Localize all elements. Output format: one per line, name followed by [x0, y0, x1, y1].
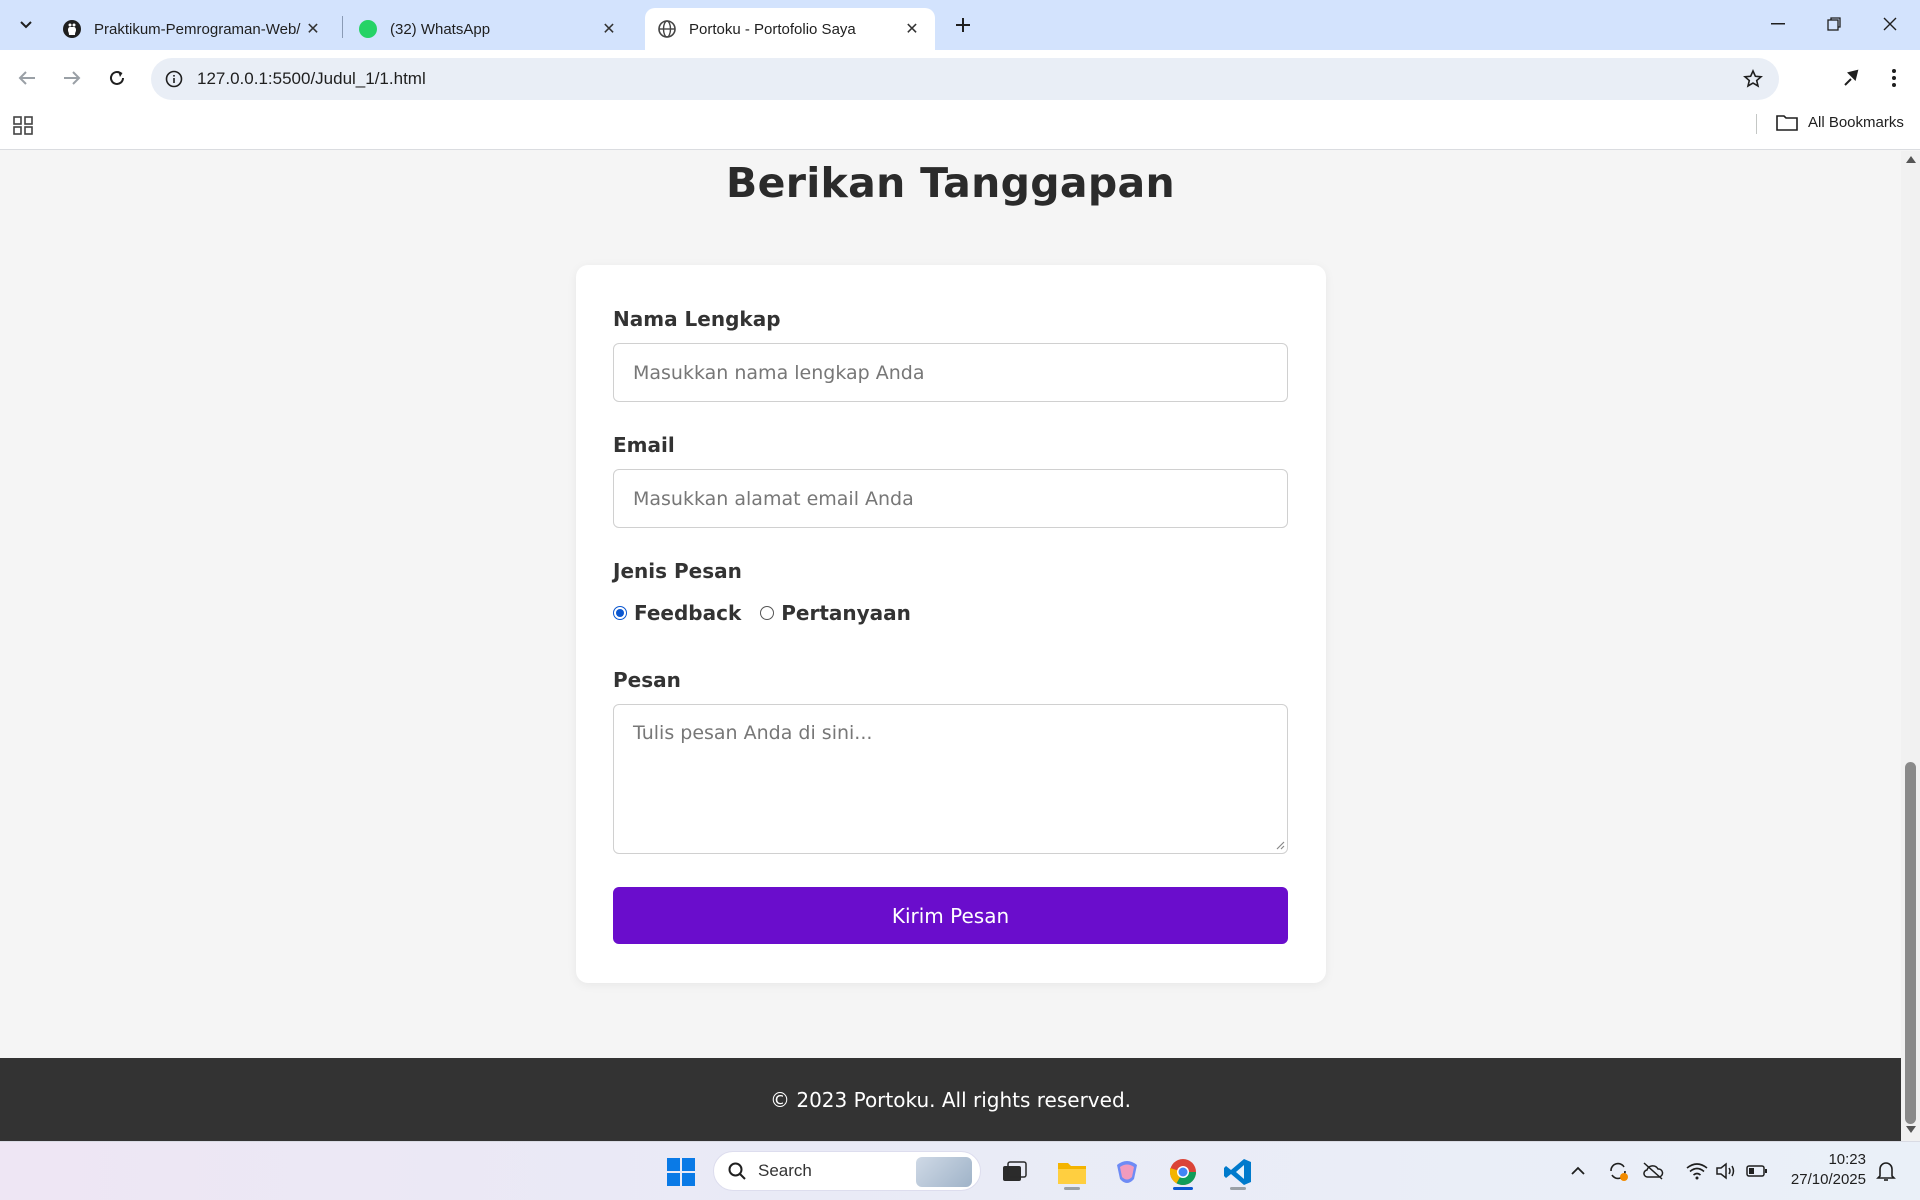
message-label: Pesan: [613, 668, 681, 692]
page-viewport: Berikan Tanggapan Nama Lengkap Email Jen…: [0, 151, 1901, 1141]
start-button[interactable]: [661, 1152, 701, 1192]
chevron-down-icon: [20, 21, 32, 29]
message-textarea[interactable]: [613, 704, 1288, 854]
copilot-icon: [1117, 1161, 1137, 1183]
close-window-button[interactable]: [1862, 0, 1918, 48]
tab-search-button[interactable]: [10, 10, 42, 40]
tab-title: Portoku - Portofolio Saya: [689, 20, 856, 38]
submit-button[interactable]: Kirim Pesan: [613, 887, 1288, 944]
close-icon: [1883, 17, 1897, 31]
tab-github[interactable]: Praktikum-Pemrograman-Web/ ✕: [50, 8, 336, 50]
feedback-radio-label[interactable]: Feedback: [634, 601, 741, 625]
bookmarks-bar: All Bookmarks: [0, 100, 1920, 150]
file-explorer-button[interactable]: [1052, 1152, 1092, 1192]
chevron-up-icon: [1571, 1166, 1585, 1175]
github-icon: [62, 19, 82, 39]
running-indicator: [1230, 1187, 1246, 1190]
scroll-up-arrow-icon[interactable]: [1906, 156, 1916, 163]
page-scrollbar[interactable]: [1901, 151, 1920, 1141]
arrow-right-icon: [64, 71, 81, 85]
active-indicator: [1173, 1187, 1193, 1190]
more-vert-icon: [1892, 69, 1896, 87]
tab-strip: Praktikum-Pemrograman-Web/ ✕ (32) WhatsA…: [0, 0, 1920, 50]
address-bar[interactable]: 127.0.0.1:5500/Judul_1/1.html: [151, 58, 1779, 100]
name-input[interactable]: [613, 343, 1288, 402]
cloud-off-icon[interactable]: [1642, 1160, 1664, 1182]
copilot-button[interactable]: [1107, 1152, 1147, 1192]
all-bookmarks-button[interactable]: All Bookmarks: [1776, 113, 1904, 131]
system-clock[interactable]: 10:23 27/10/2025: [1782, 1150, 1866, 1190]
message-type-label: Jenis Pesan: [613, 559, 742, 583]
vscode-icon: [1224, 1159, 1251, 1185]
page-title: Berikan Tanggapan: [726, 159, 1175, 207]
windows-taskbar: Search 10:23 27/10/2025: [0, 1141, 1920, 1200]
tab-title: (32) WhatsApp: [390, 20, 491, 38]
apps-grid-icon[interactable]: [12, 114, 34, 136]
name-label: Nama Lengkap: [613, 307, 781, 331]
url-text: 127.0.0.1:5500/Judul_1/1.html: [197, 69, 426, 88]
browser-menu-button[interactable]: [1878, 62, 1910, 94]
question-radio[interactable]: [760, 606, 775, 620]
search-label: Search: [758, 1161, 812, 1180]
reload-icon: [110, 70, 124, 85]
email-label: Email: [613, 433, 675, 457]
windows-logo-icon: [667, 1158, 695, 1186]
task-view-icon: [1003, 1161, 1027, 1181]
email-input[interactable]: [613, 469, 1288, 528]
restore-button[interactable]: [1806, 0, 1862, 48]
forward-button[interactable]: [56, 62, 88, 94]
whatsapp-icon: [358, 19, 378, 39]
bookmark-star-icon[interactable]: [1741, 67, 1765, 91]
tab-title: Praktikum-Pemrograman-Web/: [94, 20, 301, 38]
copyright-text: © 2023 Portoku. All rights reserved.: [769, 1087, 1131, 1112]
back-button[interactable]: [11, 62, 43, 94]
bookmarks-separator: [1756, 114, 1757, 134]
extension-icon: [1844, 69, 1859, 86]
volume-icon[interactable]: [1715, 1160, 1737, 1182]
tab-portoku[interactable]: Portoku - Portofolio Saya ✕: [645, 8, 935, 50]
page-footer: © 2023 Portoku. All rights reserved.: [0, 1058, 1901, 1141]
close-tab-icon[interactable]: ✕: [901, 18, 923, 40]
vscode-button[interactable]: [1218, 1152, 1258, 1192]
reload-button[interactable]: [101, 62, 133, 94]
notification-bell-icon[interactable]: [1875, 1160, 1897, 1182]
scroll-down-arrow-icon[interactable]: [1906, 1126, 1916, 1133]
site-info-icon[interactable]: [163, 68, 185, 90]
chrome-icon: [1169, 1159, 1197, 1186]
message-type-group: Feedback Pertanyaan: [613, 601, 911, 625]
clock-date: 27/10/2025: [1790, 1171, 1866, 1188]
page-content: Berikan Tanggapan Nama Lengkap Email Jen…: [0, 151, 1901, 1058]
restore-icon: [1827, 17, 1841, 31]
plus-icon: [956, 18, 970, 32]
minimize-icon: [1771, 23, 1785, 25]
close-tab-icon[interactable]: ✕: [598, 18, 620, 40]
minimize-button[interactable]: [1750, 0, 1806, 48]
feedback-radio[interactable]: [613, 606, 627, 620]
extension-button[interactable]: [1836, 62, 1868, 94]
running-indicator: [1064, 1187, 1080, 1190]
search-highlight-image: [916, 1157, 972, 1187]
search-icon: [728, 1162, 746, 1180]
clock-time: 10:23: [1828, 1151, 1866, 1168]
chrome-button[interactable]: [1163, 1152, 1203, 1192]
sync-tray-icon[interactable]: [1607, 1160, 1629, 1182]
tab-separator: [342, 16, 343, 38]
folder-icon: [1776, 115, 1798, 131]
folder-icon: [1058, 1163, 1086, 1184]
globe-icon: [657, 19, 677, 39]
wifi-icon[interactable]: [1686, 1160, 1708, 1182]
show-hidden-icons-button[interactable]: [1567, 1160, 1589, 1182]
resize-grip-icon[interactable]: [1275, 840, 1285, 850]
taskbar-search[interactable]: Search: [713, 1151, 981, 1191]
question-radio-label[interactable]: Pertanyaan: [781, 601, 911, 625]
arrow-left-icon: [18, 71, 35, 85]
close-tab-icon[interactable]: ✕: [302, 18, 324, 40]
scroll-thumb[interactable]: [1905, 762, 1916, 1124]
task-view-button[interactable]: [995, 1152, 1035, 1192]
all-bookmarks-label: All Bookmarks: [1808, 113, 1904, 131]
tab-whatsapp[interactable]: (32) WhatsApp ✕: [346, 8, 632, 50]
new-tab-button[interactable]: [948, 10, 978, 40]
battery-icon[interactable]: [1746, 1160, 1768, 1182]
feedback-form: Nama Lengkap Email Jenis Pesan Feedback …: [576, 265, 1326, 983]
